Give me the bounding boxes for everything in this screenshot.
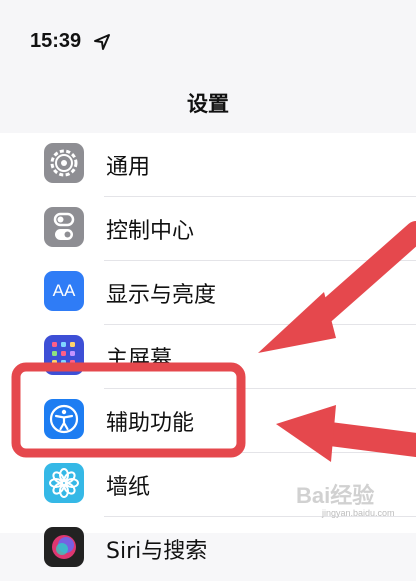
- settings-row-label: 主屏幕: [106, 347, 173, 372]
- flower-icon: [44, 463, 84, 503]
- settings-row-display-brightness[interactable]: AA 显示与亮度: [0, 261, 416, 325]
- settings-screen: 15:39 设置 通用 控制中心 AA 显示与亮度 主屏幕 辅助功能 墙纸 Si…: [0, 0, 416, 567]
- settings-row-home-screen[interactable]: 主屏幕: [0, 325, 416, 389]
- settings-list: 通用 控制中心 AA 显示与亮度 主屏幕 辅助功能 墙纸 Siri与搜索: [0, 133, 416, 567]
- settings-row-label: Siri与搜索: [106, 539, 208, 564]
- settings-row-label: 显示与亮度: [106, 283, 217, 308]
- watermark-logo: Bai经验: [296, 483, 375, 508]
- aa-icon: AA: [44, 271, 84, 311]
- status-time: 15:39: [30, 30, 82, 52]
- siri-icon: [44, 527, 84, 567]
- settings-row-label: 墙纸: [106, 475, 151, 500]
- page-title: 设置: [187, 92, 229, 116]
- settings-row-siri-search[interactable]: Siri与搜索: [0, 517, 416, 581]
- watermark-url: jingyan.baidu.com: [322, 508, 395, 518]
- aa-icon-text: AA: [52, 281, 76, 300]
- location-arrow-icon: [94, 34, 110, 50]
- gear-icon: [44, 143, 84, 183]
- settings-row-control-center[interactable]: 控制中心: [0, 197, 416, 261]
- home-grid-icon: [44, 335, 84, 375]
- settings-row-label: 控制中心: [106, 219, 195, 244]
- settings-row-label: 通用: [106, 155, 151, 180]
- navigation-header: 15:39 设置: [0, 0, 416, 133]
- settings-row-label: 辅助功能: [106, 411, 195, 436]
- accessibility-icon: [44, 399, 84, 439]
- settings-row-general[interactable]: 通用: [0, 133, 416, 197]
- settings-row-accessibility[interactable]: 辅助功能: [0, 389, 416, 453]
- toggle-icon: [44, 207, 84, 247]
